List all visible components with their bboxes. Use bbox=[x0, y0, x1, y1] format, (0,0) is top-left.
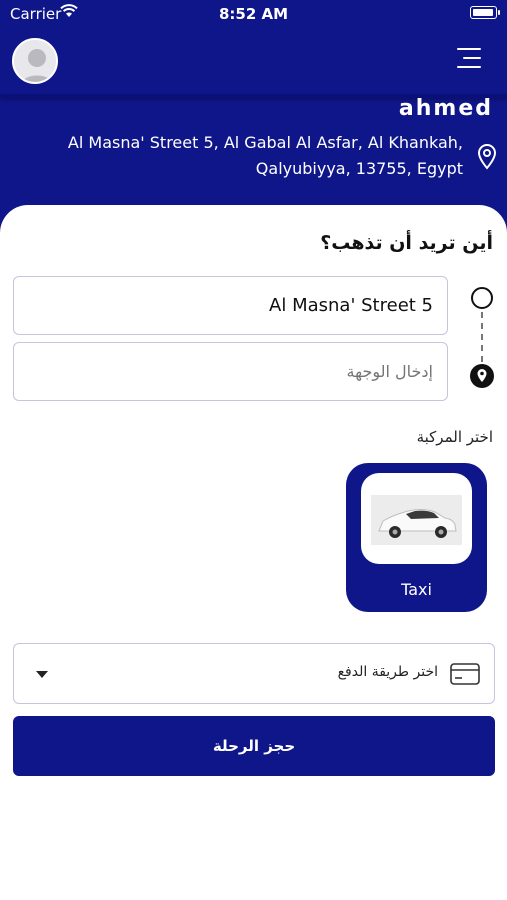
clock: 8:52 AM bbox=[218, 5, 289, 23]
payment-method-select[interactable]: اختر طريقة الدفع bbox=[13, 643, 495, 704]
menu-button[interactable] bbox=[455, 48, 481, 70]
vehicle-section-label: اختر المركبة bbox=[416, 428, 493, 446]
credit-card-icon bbox=[450, 663, 480, 685]
avatar[interactable] bbox=[12, 38, 58, 84]
vehicle-name: Taxi bbox=[401, 580, 432, 599]
payment-placeholder: اختر طريقة الدفع bbox=[337, 664, 438, 680]
route-connector bbox=[481, 312, 483, 362]
user-name: ahmed bbox=[398, 96, 493, 121]
current-address: Al Masna' Street 5, Al Gabal Al Asfar, A… bbox=[67, 133, 463, 178]
status-bar: Carrier 8:52 AM bbox=[0, 0, 507, 28]
car-icon bbox=[371, 495, 462, 545]
origin-circle-icon bbox=[471, 287, 493, 309]
origin-input[interactable] bbox=[13, 276, 448, 335]
destination-pin-icon bbox=[470, 364, 494, 388]
vehicle-option-taxi[interactable]: Taxi bbox=[346, 463, 487, 612]
book-ride-button[interactable]: حجز الرحلة bbox=[13, 716, 495, 776]
vehicle-image bbox=[361, 473, 472, 564]
menu-icon bbox=[457, 48, 481, 50]
battery-icon bbox=[470, 6, 500, 19]
location-pin-icon bbox=[477, 144, 497, 170]
destination-input[interactable] bbox=[13, 342, 448, 401]
where-to-heading: أين تريد أن تذهب؟ bbox=[320, 232, 493, 254]
chevron-down-icon bbox=[36, 671, 48, 678]
